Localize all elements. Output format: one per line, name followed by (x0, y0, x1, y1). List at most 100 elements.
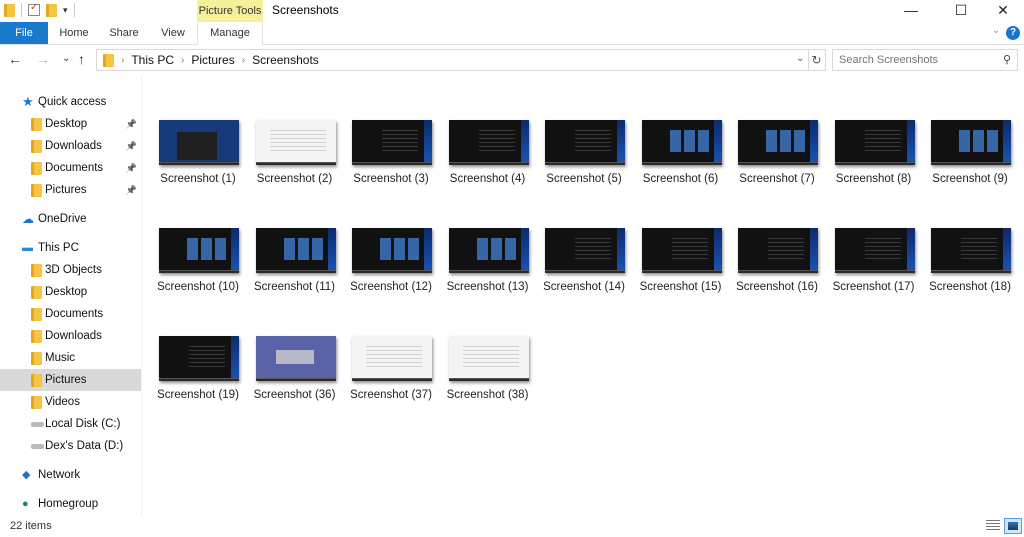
forward-arrow-icon[interactable]: → (36, 51, 50, 67)
file-thumbnail[interactable] (159, 120, 239, 165)
breadcrumb-pictures[interactable]: Pictures (191, 53, 234, 67)
sidebar-item-desktop[interactable]: Desktop (0, 281, 141, 303)
file-thumbnail[interactable] (545, 120, 625, 165)
chevron-right-icon[interactable]: › (181, 55, 184, 66)
sidebar-item-downloads[interactable]: Downloads 📌 (0, 135, 141, 157)
sidebar-item-downloads[interactable]: Downloads (0, 325, 141, 347)
file-thumbnail[interactable] (834, 120, 915, 165)
file-name[interactable]: Screenshot (11) (247, 281, 343, 293)
file-thumbnail[interactable] (738, 120, 818, 165)
file-item[interactable]: Screenshot (9) (922, 110, 1018, 210)
file-item[interactable]: Screenshot (14) (536, 218, 632, 318)
file-thumbnail[interactable] (641, 120, 722, 165)
sidebar-item-documents[interactable]: Documents (0, 303, 141, 325)
address-history-dropdown-icon[interactable]: ⌄ (796, 53, 804, 64)
file-name[interactable]: Screenshot (38) (440, 389, 536, 401)
file-name[interactable]: Screenshot (4) (440, 173, 536, 185)
file-name[interactable]: Screenshot (9) (922, 173, 1018, 185)
file-name[interactable]: Screenshot (18) (922, 281, 1018, 293)
breadcrumb-this-pc[interactable]: This PC (131, 53, 174, 67)
file-thumbnail[interactable] (159, 336, 239, 381)
file-name[interactable]: Screenshot (16) (729, 281, 825, 293)
file-name[interactable]: Screenshot (8) (826, 173, 922, 185)
file-item[interactable]: Screenshot (7) (729, 110, 825, 210)
file-item[interactable]: Screenshot (3) (343, 110, 439, 210)
file-item[interactable]: Screenshot (19) (150, 326, 246, 426)
file-name[interactable]: Screenshot (3) (343, 173, 439, 185)
file-item[interactable]: Screenshot (38) (440, 326, 536, 426)
sidebar-item-this-pc[interactable]: ▬ This PC (0, 237, 141, 259)
file-thumbnail[interactable] (255, 336, 336, 381)
large-icons-view-icon[interactable] (1004, 518, 1022, 534)
properties-icon[interactable] (28, 2, 40, 16)
file-thumbnail[interactable] (641, 228, 722, 273)
search-input[interactable] (833, 50, 993, 70)
sidebar-item-network[interactable]: ◆ Network (0, 464, 141, 486)
file-item[interactable]: Screenshot (36) (247, 326, 343, 426)
file-thumbnail[interactable] (738, 228, 818, 273)
file-name[interactable]: Screenshot (15) (633, 281, 729, 293)
recent-locations-icon[interactable]: ⌄ (62, 53, 70, 64)
file-thumbnail[interactable] (448, 120, 529, 165)
tab-view[interactable]: View (153, 22, 193, 44)
file-item[interactable]: Screenshot (12) (343, 218, 439, 318)
search-icon[interactable]: ⚲ (1003, 53, 1011, 66)
customize-toolbar-dropdown-icon[interactable]: ▾ (63, 5, 68, 16)
file-item[interactable]: Screenshot (37) (343, 326, 439, 426)
file-name[interactable]: Screenshot (7) (729, 173, 825, 185)
sidebar-item-quick-access[interactable]: ★ Quick access (0, 91, 141, 113)
file-item[interactable]: Screenshot (1) (150, 110, 246, 210)
file-item[interactable]: Screenshot (15) (633, 218, 729, 318)
file-name[interactable]: Screenshot (1) (150, 173, 246, 185)
breadcrumb-screenshots[interactable]: Screenshots (252, 53, 319, 67)
pin-icon[interactable]: 📌 (126, 179, 137, 201)
file-name[interactable]: Screenshot (36) (247, 389, 343, 401)
file-item[interactable]: Screenshot (17) (826, 218, 922, 318)
up-arrow-icon[interactable]: ↑ (78, 51, 85, 67)
maximize-button[interactable]: ☐ (938, 0, 984, 22)
pin-icon[interactable]: 📌 (126, 135, 137, 157)
pin-icon[interactable]: 📌 (126, 113, 137, 135)
file-name[interactable]: Screenshot (13) (440, 281, 536, 293)
back-arrow-icon[interactable]: ← (8, 51, 22, 67)
sidebar-item-3d-objects[interactable]: 3D Objects (0, 259, 141, 281)
new-folder-icon[interactable] (46, 3, 57, 17)
file-thumbnail[interactable] (352, 120, 432, 165)
file-thumbnail[interactable] (931, 120, 1011, 165)
file-thumbnail[interactable] (448, 336, 529, 381)
chevron-right-icon[interactable]: › (242, 55, 245, 66)
file-name[interactable]: Screenshot (10) (150, 281, 246, 293)
file-item[interactable]: Screenshot (4) (440, 110, 536, 210)
sidebar-item-music[interactable]: Music (0, 347, 141, 369)
file-thumbnail[interactable] (159, 228, 239, 273)
tab-manage[interactable]: Manage (197, 22, 263, 45)
file-name[interactable]: Screenshot (17) (826, 281, 922, 293)
file-item[interactable]: Screenshot (11) (247, 218, 343, 318)
details-view-icon[interactable] (986, 520, 1000, 532)
tab-home[interactable]: Home (54, 22, 94, 44)
sidebar-item-homegroup[interactable]: ● Homegroup (0, 493, 141, 515)
chevron-right-icon[interactable]: › (121, 55, 124, 66)
file-name[interactable]: Screenshot (2) (247, 173, 343, 185)
file-thumbnail[interactable] (545, 228, 625, 273)
close-button[interactable]: ✕ (980, 0, 1024, 22)
minimize-button[interactable]: — (888, 0, 934, 22)
file-thumbnail[interactable] (352, 336, 432, 381)
expand-ribbon-icon[interactable]: ⌄ (992, 25, 1000, 36)
pin-icon[interactable]: 📌 (126, 157, 137, 179)
file-thumbnail[interactable] (255, 228, 336, 273)
refresh-button[interactable]: ↻ (808, 49, 826, 71)
file-item[interactable]: Screenshot (5) (536, 110, 632, 210)
sidebar-item-pictures[interactable]: Pictures 📌 (0, 179, 141, 201)
search-box[interactable]: ⚲ (832, 49, 1018, 71)
file-item[interactable]: Screenshot (6) (633, 110, 729, 210)
pane-divider[interactable] (141, 76, 142, 516)
file-item[interactable]: Screenshot (2) (247, 110, 343, 210)
file-item[interactable]: Screenshot (10) (150, 218, 246, 318)
file-thumbnail[interactable] (834, 228, 915, 273)
sidebar-item-videos[interactable]: Videos (0, 391, 141, 413)
file-name[interactable]: Screenshot (12) (343, 281, 439, 293)
file-thumbnail[interactable] (448, 228, 529, 273)
file-item[interactable]: Screenshot (13) (440, 218, 536, 318)
tab-share[interactable]: Share (104, 22, 144, 44)
